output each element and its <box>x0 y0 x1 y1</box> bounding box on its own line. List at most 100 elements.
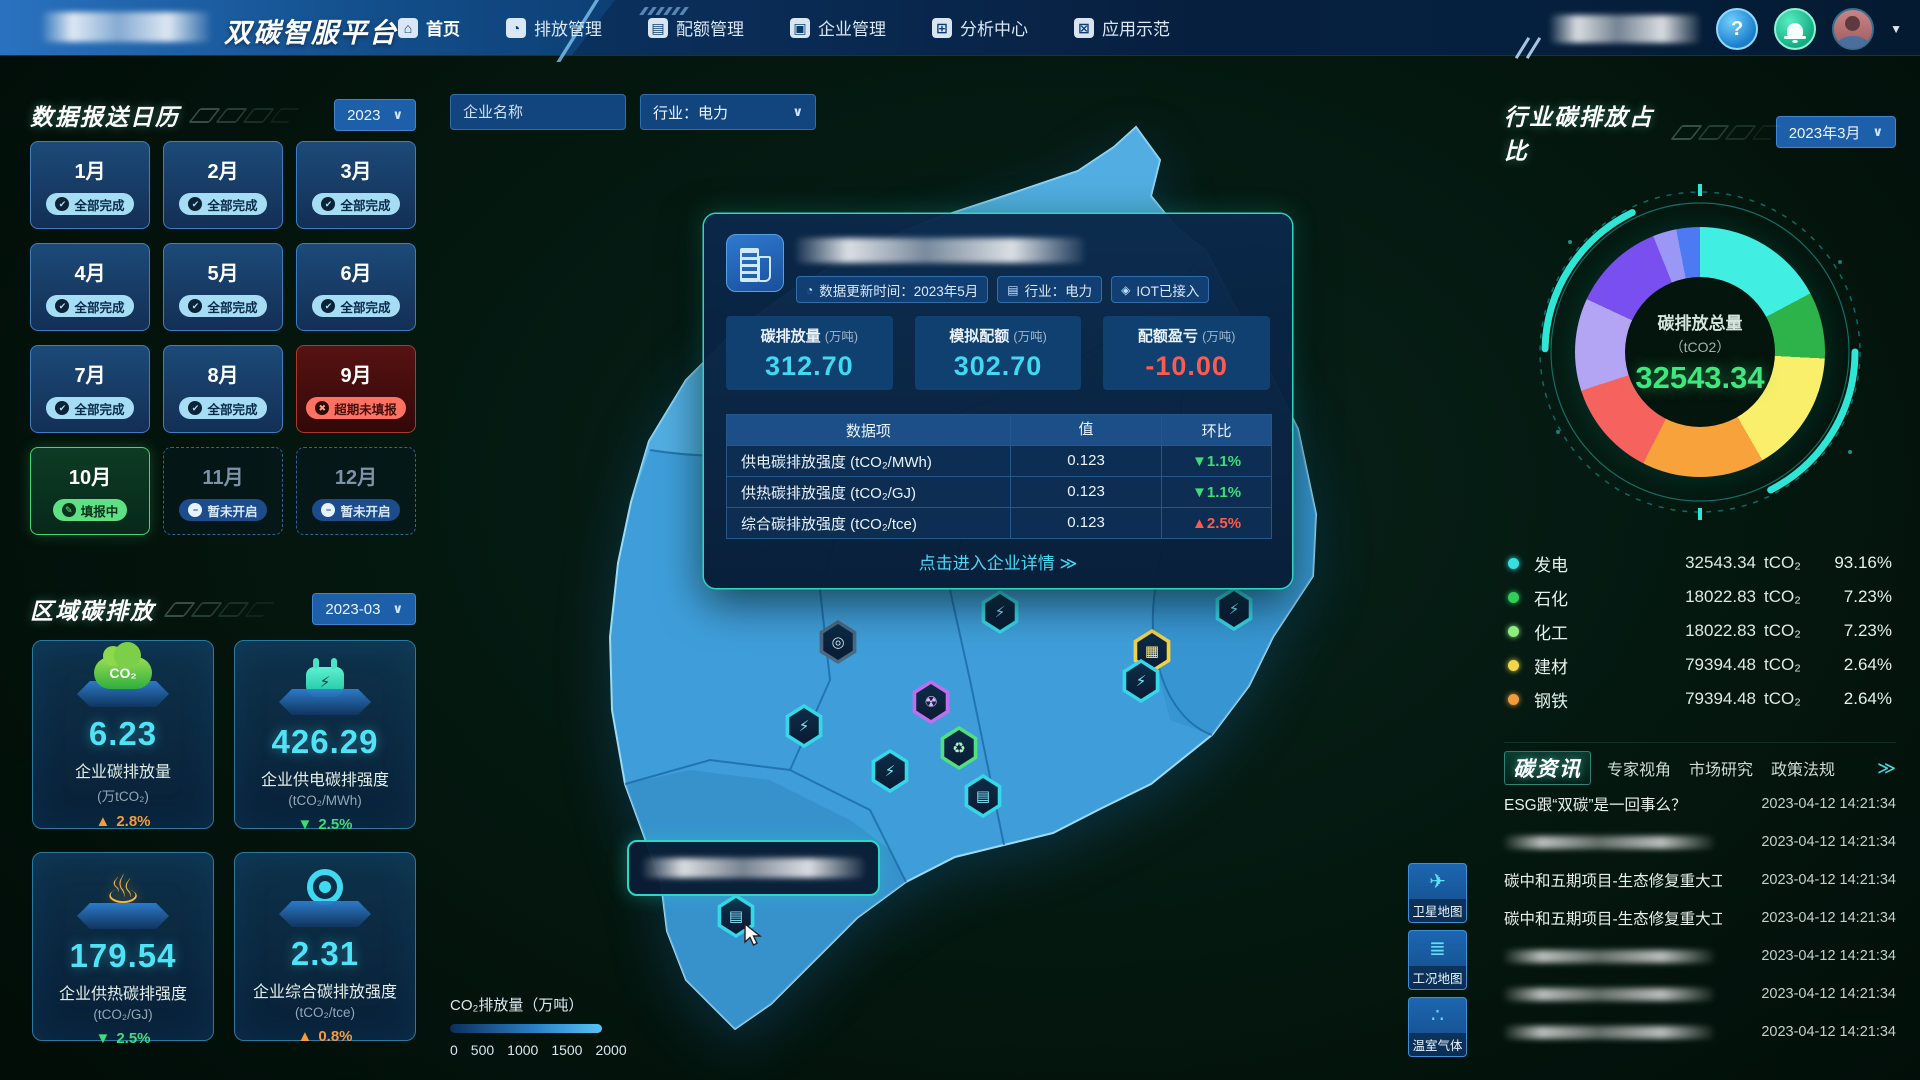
check-icon: ✔ <box>188 401 202 415</box>
pause-icon: − <box>321 503 335 517</box>
industry-donut-chart: 碳排放总量 （tCO2） 32543.34 <box>1530 182 1870 522</box>
news-title-redacted <box>1504 1026 1714 1039</box>
nav-item-label: 首页 <box>426 15 460 40</box>
icon-pedestal <box>77 903 169 929</box>
arrow-up-icon: ▲ <box>1192 515 1207 532</box>
layer-button-operating[interactable]: ≣ 工况地图 <box>1408 930 1467 990</box>
calendar-title: 数据报送日历 <box>30 98 294 132</box>
nav-item-home[interactable]: ⌂ 首页 <box>398 15 460 40</box>
news-item-redacted[interactable]: 2023-04-12 14:21:34 <box>1504 823 1896 861</box>
target-icon <box>307 869 343 905</box>
status-badge: ✔全部完成 <box>179 295 266 317</box>
stat-card-power-intensity[interactable]: ⚡ 426.29 企业供电碳排强度 (tCO₂/MWh) ▼2.5% <box>234 640 416 829</box>
header-slash-decoration <box>1521 36 1543 65</box>
legend-row[interactable]: 化工18022.83tCO₂7.23% <box>1508 614 1892 648</box>
month-card-sep[interactable]: 9月 ✖超期未填报 <box>296 345 416 433</box>
table-row: 供热碳排放强度 (tCO₂/GJ) 0.123 ▼1.1% <box>727 476 1271 507</box>
stat-balance: 配额盈亏 (万吨) -10.00 <box>1103 316 1270 390</box>
radiation-icon: ☢ <box>924 693 937 711</box>
title-decoration <box>194 108 294 123</box>
legend-row[interactable]: 发电32543.34tCO₂93.16% <box>1508 546 1892 580</box>
check-icon: ✔ <box>55 299 69 313</box>
month-card-jul[interactable]: 7月 ✔全部完成 <box>30 345 150 433</box>
news-item-redacted[interactable]: 2023-04-12 14:21:34 <box>1504 937 1896 975</box>
notifications-button[interactable] <box>1774 8 1816 50</box>
legend-row[interactable]: 建材79394.48tCO₂2.64% <box>1508 648 1892 682</box>
news-item[interactable]: 碳中和五期项目-生态修复重大工程...2023-04-12 14:21:34 <box>1504 861 1896 899</box>
check-icon: ✔ <box>55 197 69 211</box>
month-card-nov[interactable]: 11月 −暂未开启 <box>163 447 283 535</box>
check-icon: ✔ <box>188 197 202 211</box>
cross-icon: ✖ <box>315 401 329 415</box>
change-indicator: ▲2.8% <box>95 813 150 830</box>
arrow-up-icon: ▲ <box>297 1028 312 1045</box>
server-rack-icon: ≣ <box>1429 931 1446 966</box>
pause-icon: − <box>188 503 202 517</box>
bell-icon <box>1787 23 1803 36</box>
regional-period-select[interactable]: 2023-03 ∨ <box>312 593 416 625</box>
month-card-feb[interactable]: 2月 ✔全部完成 <box>163 141 283 229</box>
top-nav: 双碳智服平台 ⌂ 首页 ◔ 排放管理 ▤ 配额管理 ▣ 企业管理 ⊞ 分析中心 <box>0 0 1920 56</box>
user-avatar[interactable] <box>1832 8 1874 50</box>
regional-header: 区域碳排放 2023-03 ∨ <box>30 592 416 626</box>
news-item[interactable]: 碳中和五期项目-生态修复重大工程2023-04-12 14:21:34 <box>1504 899 1896 937</box>
status-badge: ✔全部完成 <box>312 295 399 317</box>
change-indicator: ▲0.8% <box>297 1028 352 1045</box>
news-item-redacted[interactable]: 2023-04-12 14:21:34 <box>1504 975 1896 1013</box>
edit-icon: ✎ <box>62 503 76 517</box>
month-card-jan[interactable]: 1月 ✔全部完成 <box>30 141 150 229</box>
help-button[interactable]: ? <box>1716 8 1758 50</box>
nav-item-enterprise[interactable]: ▣ 企业管理 <box>790 15 886 40</box>
month-card-oct[interactable]: 10月 ✎填报中 <box>30 447 150 535</box>
status-badge: ✎填报中 <box>53 499 128 521</box>
industry-badge: ▤行业：电力 <box>997 276 1102 303</box>
nav-item-emission[interactable]: ◔ 排放管理 <box>506 15 602 40</box>
layer-button-ghg[interactable]: ∴ 温室气体 <box>1408 997 1467 1057</box>
calendar-year-select[interactable]: 2023 ∨ <box>334 99 416 131</box>
tab-policy[interactable]: 政策法规 <box>1771 756 1835 780</box>
app-title: 双碳智服平台 <box>224 11 398 50</box>
legend-row[interactable]: 石化18022.83tCO₂7.23% <box>1508 580 1892 614</box>
recycle-icon: ♻ <box>952 739 965 757</box>
legend-dot <box>1508 626 1519 637</box>
enterprise-detail-link[interactable]: 点击进入企业详情 ≫ <box>704 549 1292 574</box>
legend-row[interactable]: 钢铁79394.48tCO₂2.64% <box>1508 682 1892 716</box>
month-card-aug[interactable]: 8月 ✔全部完成 <box>163 345 283 433</box>
chevron-down-icon[interactable]: ▼ <box>1890 22 1902 36</box>
industry-select[interactable]: 行业：电力 ∨ <box>640 94 816 130</box>
industry-period-select[interactable]: 2023年3月 ∨ <box>1776 116 1896 148</box>
news-item-redacted[interactable]: 2023-04-12 14:21:34 <box>1504 1013 1896 1051</box>
nav-item-label: 分析中心 <box>960 15 1028 40</box>
stat-card-composite-intensity[interactable]: 2.31 企业综合碳排放强度 (tCO₂/tce) ▲0.8% <box>234 852 416 1041</box>
building-icon <box>726 234 784 292</box>
month-card-mar[interactable]: 3月 ✔全部完成 <box>296 141 416 229</box>
stat-value: 426.29 <box>272 723 379 761</box>
arrow-down-icon: ▼ <box>1192 484 1207 501</box>
month-card-dec[interactable]: 12月 −暂未开启 <box>296 447 416 535</box>
main-nav: ⌂ 首页 ◔ 排放管理 ▤ 配额管理 ▣ 企业管理 ⊞ 分析中心 ⊠ 应用示范 <box>398 0 1170 55</box>
nav-item-demo[interactable]: ⊠ 应用示范 <box>1074 15 1170 40</box>
company-search-input[interactable] <box>450 94 626 130</box>
stat-card-emission[interactable]: CO₂ 6.23 企业碳排放量 (万tCO₂) ▲2.8% <box>32 640 214 829</box>
news-more-link[interactable]: ≫ <box>1877 758 1896 779</box>
battery-icon: ▦ <box>1145 642 1159 660</box>
nav-item-label: 排放管理 <box>534 15 602 40</box>
popup-stats: 碳排放量 (万吨) 312.70 模拟配额 (万吨) 302.70 配额盈亏 (… <box>726 316 1270 390</box>
industry-title: 行业碳排放占比 <box>1504 98 1776 166</box>
month-card-may[interactable]: 5月 ✔全部完成 <box>163 243 283 331</box>
layer-button-satellite[interactable]: ✈ 卫星地图 <box>1408 863 1467 923</box>
month-card-apr[interactable]: 4月 ✔全部完成 <box>30 243 150 331</box>
month-card-jun[interactable]: 6月 ✔全部完成 <box>296 243 416 331</box>
nav-right: ? ▼ <box>1550 8 1902 50</box>
home-icon: ⌂ <box>398 18 418 38</box>
news-item[interactable]: ESG跟“双碳”是一回事么？2023-04-12 14:21:34 <box>1504 785 1896 823</box>
stat-card-heat-intensity[interactable]: ♨ 179.54 企业供热碳排强度 (tCO₂/GJ) ▼2.5% <box>32 852 214 1041</box>
industry-legend: 发电32543.34tCO₂93.16% 石化18022.83tCO₂7.23%… <box>1508 546 1892 716</box>
nav-item-quota[interactable]: ▤ 配额管理 <box>648 15 744 40</box>
legend-dot <box>1508 660 1519 671</box>
news-title-redacted <box>1504 988 1714 1001</box>
nav-item-analysis[interactable]: ⊞ 分析中心 <box>932 15 1028 40</box>
tab-expert[interactable]: 专家视角 <box>1607 756 1671 780</box>
tab-market[interactable]: 市场研究 <box>1689 756 1753 780</box>
table-row: 供电碳排放强度 (tCO₂/MWh) 0.123 ▼1.1% <box>727 445 1271 476</box>
